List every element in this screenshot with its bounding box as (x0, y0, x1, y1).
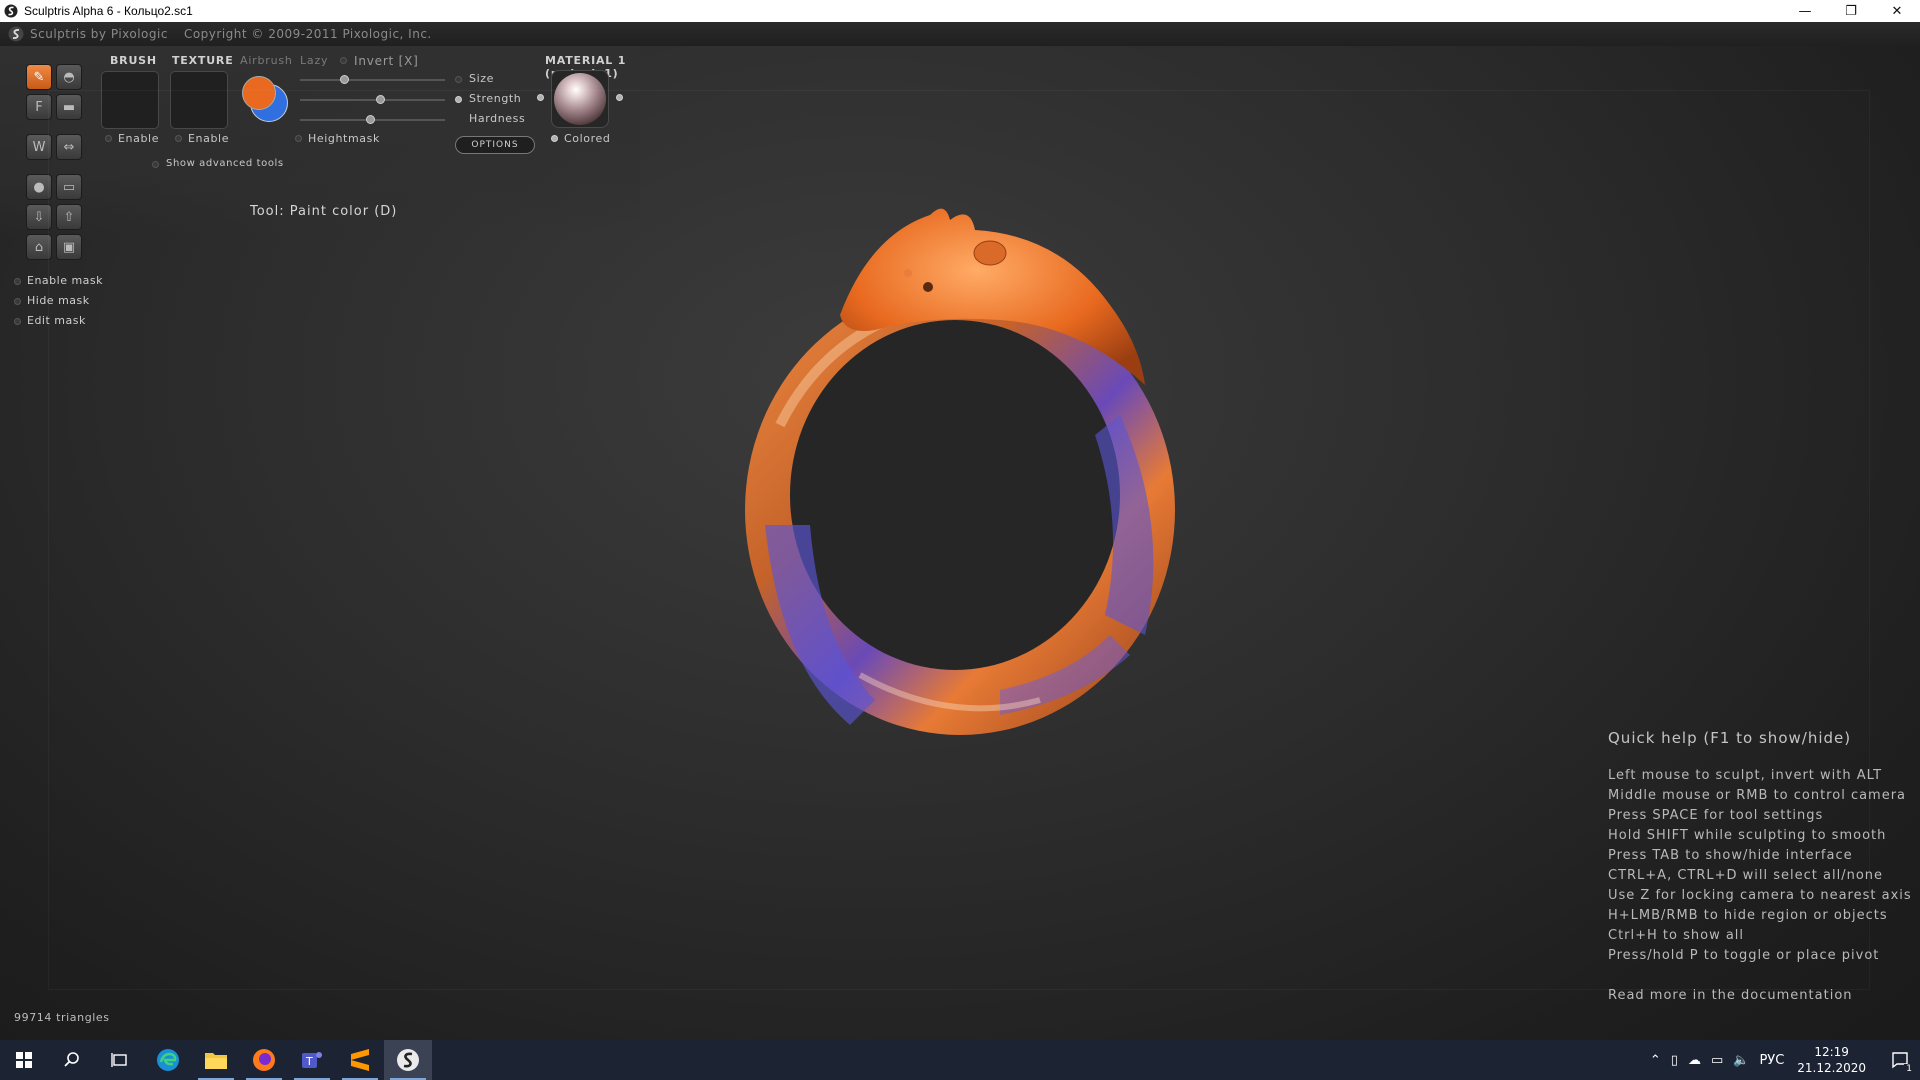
invert-label: Invert [X] (354, 54, 419, 68)
help-line: Use Z for locking camera to nearest axis (1608, 888, 1912, 903)
help-line: Press/hold P to toggle or place pivot (1608, 948, 1880, 963)
explorer-taskbar-button[interactable] (192, 1040, 240, 1080)
help-line: Ctrl+H to show all (1608, 928, 1745, 943)
svg-text:T: T (305, 1055, 313, 1068)
notification-center-button[interactable]: 1 (1880, 1040, 1920, 1080)
chevron-up-icon[interactable]: ⌃ (1650, 1053, 1661, 1068)
cloud-icon[interactable]: ☁ (1688, 1053, 1701, 1068)
sculptris-taskbar-button[interactable] (384, 1040, 432, 1080)
device-icon[interactable]: ▯ (1671, 1053, 1678, 1068)
help-line: Press TAB to show/hide interface (1608, 848, 1853, 863)
paint-bump-tool-icon[interactable]: ◓ (56, 64, 82, 90)
firefox-taskbar-button[interactable] (240, 1040, 288, 1080)
restore-button[interactable]: ❐ (1828, 0, 1874, 22)
sculptris-logo-icon (8, 26, 24, 42)
lazy-toggle[interactable]: Lazy (300, 54, 328, 67)
windows-taskbar: T ⌃ ▯ ☁ ▭ 🔈 РУС 12:19 21.12.2020 1 (0, 1040, 1920, 1080)
sublime-taskbar-button[interactable] (336, 1040, 384, 1080)
clock[interactable]: 12:19 21.12.2020 (1797, 1044, 1866, 1076)
app-header: Sculptris by Pixologic Copyright © 2009-… (0, 22, 1920, 46)
language-indicator[interactable]: РУС (1759, 1053, 1784, 1068)
quick-help-panel: Quick help (F1 to show/hide) Left mouse … (1608, 728, 1912, 1006)
invert-checkbox[interactable] (340, 57, 347, 64)
search-button[interactable] (48, 1040, 96, 1080)
brush-header: BRUSH (110, 54, 157, 67)
app-name: Sculptris by Pixologic (30, 27, 168, 41)
window-title: Sculptris Alpha 6 - Кольцо2.sc1 (24, 4, 193, 18)
help-line: H+LMB/RMB to hide region or objects (1608, 908, 1888, 923)
start-button[interactable] (0, 1040, 48, 1080)
edge-taskbar-button[interactable] (144, 1040, 192, 1080)
window-titlebar: Sculptris Alpha 6 - Кольцо2.sc1 — ❐ ✕ (0, 0, 1920, 22)
size-slider[interactable] (339, 75, 349, 84)
sculptris-icon (397, 1049, 419, 1071)
help-line: Hold SHIFT while sculpting to smooth (1608, 828, 1887, 843)
help-line: CTRL+A, CTRL+D will select all/none (1608, 868, 1884, 883)
size-radio[interactable] (455, 76, 462, 83)
help-line: Left mouse to sculpt, invert with ALT (1608, 768, 1883, 783)
documentation-link[interactable]: Read more in the documentation (1608, 986, 1912, 1006)
help-line: Press SPACE for tool settings (1608, 808, 1824, 823)
quick-help-title: Quick help (F1 to show/hide) (1608, 729, 1852, 747)
notification-count: 1 (1904, 1064, 1914, 1074)
paint-tool-icon[interactable]: ✎ (26, 64, 52, 90)
texture-header: TEXTURE (172, 54, 234, 67)
network-icon[interactable]: ▭ (1711, 1053, 1723, 1068)
task-view-button[interactable] (96, 1040, 144, 1080)
triangle-count: 99714 triangles (14, 1011, 110, 1024)
help-line: Middle mouse or RMB to control camera (1608, 788, 1907, 803)
sculptris-app-icon (4, 4, 18, 18)
copyright-text: Copyright © 2009-2011 Pixologic, Inc. (183, 27, 432, 41)
airbrush-toggle[interactable]: Airbrush (240, 54, 293, 67)
sublime-text-icon (351, 1049, 369, 1071)
size-label: Size (469, 72, 494, 85)
close-button[interactable]: ✕ (1874, 0, 1920, 22)
task-view-icon (111, 1053, 127, 1067)
clock-date: 21.12.2020 (1797, 1061, 1866, 1075)
system-tray: ⌃ ▯ ☁ ▭ 🔈 РУС 12:19 21.12.2020 1 (1645, 1040, 1920, 1080)
teams-icon: T (302, 1052, 322, 1068)
windows-logo-icon (16, 1052, 32, 1068)
sculpt-model-ring[interactable] (700, 195, 1220, 755)
firefox-icon (253, 1049, 275, 1071)
clock-time: 12:19 (1814, 1045, 1849, 1059)
search-icon (64, 1052, 79, 1067)
teams-taskbar-button[interactable]: T (288, 1040, 336, 1080)
folder-icon (205, 1053, 227, 1069)
minimize-button[interactable]: — (1782, 0, 1828, 22)
edge-icon (157, 1049, 179, 1071)
volume-icon[interactable]: 🔈 (1733, 1053, 1749, 1068)
